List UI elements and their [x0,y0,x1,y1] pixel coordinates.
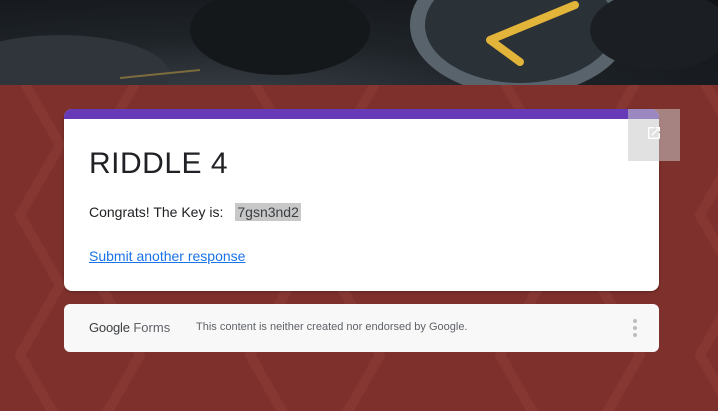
key-value: 7gsn3nd2 [235,203,301,221]
open-in-new-button[interactable] [628,109,680,161]
form-title: RIDDLE 4 [89,147,229,180]
open-in-new-icon [646,125,662,146]
brand-google-text: Google [89,320,130,335]
card-accent-bar [64,109,659,119]
confirmation-card: RIDDLE 4 Congrats! The Key is: 7gsn3nd2 S… [64,109,659,291]
footer-bar: Google Forms This content is neither cre… [64,304,659,352]
more-vert-icon [633,319,637,323]
message-text: Congrats! The Key is: [89,204,224,220]
footer-disclaimer: This content is neither created nor endo… [196,321,468,333]
brand-forms-text: Forms [133,320,171,335]
confirmation-message: Congrats! The Key is: 7gsn3nd2 [89,203,301,221]
submit-another-response-link[interactable]: Submit another response [89,248,245,264]
header-banner-image [0,0,718,85]
google-forms-logo[interactable]: Google Forms [89,320,170,335]
more-options-button[interactable] [625,316,645,340]
